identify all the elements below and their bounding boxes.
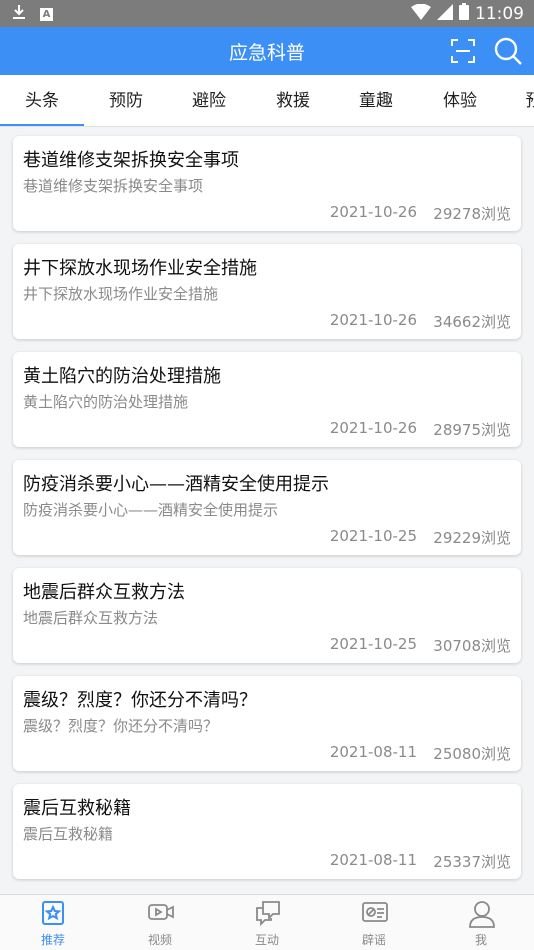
article-views: 25337浏览: [433, 853, 511, 871]
article-views: 29278浏览: [433, 205, 511, 223]
article-card[interactable]: 震后互救秘籍 震后互救秘籍 2021-08-11 25337浏览: [13, 784, 521, 879]
article-views: 30708浏览: [433, 637, 511, 655]
article-title: 防疫消杀要小心——酒精安全使用提示: [23, 474, 329, 495]
status-time: 11:09: [475, 4, 524, 24]
nav-label: 辟谣: [361, 933, 386, 947]
article-subtitle: 震后互救秘籍: [23, 825, 114, 843]
bottom-nav: 推荐 视频 互动 辟谣 我: [0, 894, 534, 950]
article-title: 井下探放水现场作业安全措施: [23, 258, 257, 279]
nav-me[interactable]: 我: [428, 895, 534, 950]
nav-rumor[interactable]: 辟谣: [321, 895, 427, 950]
article-views: 25080浏览: [433, 745, 511, 763]
nav-label: 视频: [147, 933, 172, 947]
article-views: 28975浏览: [433, 421, 511, 439]
article-title: 震后互救秘籍: [23, 798, 131, 819]
nav-recommend[interactable]: 推荐: [0, 895, 106, 950]
signal-icon: [437, 3, 453, 25]
article-date: 2021-10-25: [329, 635, 417, 653]
nav-label: 推荐: [40, 933, 65, 947]
tab-prevention[interactable]: 预防: [84, 75, 168, 126]
status-bar: A 11:09: [0, 0, 534, 27]
app-header: 应急科普: [0, 27, 534, 75]
article-title: 黄土陷穴的防治处理措施: [23, 366, 221, 387]
article-card[interactable]: 巷道维修支架拆换安全事项 巷道维修支架拆换安全事项 2021-10-26 292…: [13, 136, 521, 231]
article-date: 2021-08-11: [329, 743, 417, 761]
tab-headlines[interactable]: 头条: [0, 75, 84, 126]
wifi-icon: [411, 3, 431, 25]
article-subtitle: 巷道维修支架拆换安全事项: [23, 177, 204, 195]
article-date: 2021-10-26: [329, 203, 417, 221]
article-card[interactable]: 井下探放水现场作业安全措施 井下探放水现场作业安全措施 2021-10-26 3…: [13, 244, 521, 339]
notification-a-icon: A: [40, 7, 53, 21]
article-date: 2021-10-26: [329, 419, 417, 437]
chat-icon: [256, 901, 280, 926]
tab-rescue[interactable]: 救援: [251, 75, 335, 126]
article-views: 29229浏览: [433, 529, 511, 547]
article-subtitle: 地震后群众互救方法: [23, 609, 159, 627]
article-subtitle: 震级？烈度？你还分不清吗？: [23, 717, 219, 735]
nav-label: 我: [474, 933, 487, 947]
category-tabs: 头条 预防 避险 救援 童趣 体验 预: [0, 75, 534, 127]
article-list: 巷道维修支架拆换安全事项 巷道维修支架拆换安全事项 2021-10-26 292…: [0, 127, 534, 894]
article-card[interactable]: 黄土陷穴的防治处理措施 黄土陷穴的防治处理措施 2021-10-26 28975…: [13, 352, 521, 447]
video-icon: [148, 904, 174, 920]
article-card[interactable]: 防疫消杀要小心——酒精安全使用提示 防疫消杀要小心——酒精安全使用提示 2021…: [13, 460, 521, 555]
tab-kids[interactable]: 童趣: [334, 75, 418, 126]
download-icon: [12, 4, 26, 24]
battery-icon: [459, 3, 469, 25]
tab-more-partial[interactable]: 预: [492, 75, 534, 126]
rumor-icon: [362, 902, 388, 922]
nav-interact[interactable]: 互动: [214, 895, 320, 950]
article-title: 巷道维修支架拆换安全事项: [23, 150, 239, 171]
article-title: 震级？烈度？你还分不清吗？: [23, 690, 257, 711]
article-card[interactable]: 震级？烈度？你还分不清吗？ 震级？烈度？你还分不清吗？ 2021-08-11 2…: [13, 676, 521, 771]
article-views: 34662浏览: [433, 313, 511, 331]
article-subtitle: 黄土陷穴的防治处理措施: [23, 393, 189, 411]
article-subtitle: 防疫消杀要小心——酒精安全使用提示: [23, 501, 279, 519]
article-date: 2021-08-11: [329, 851, 417, 869]
tab-avoid-danger[interactable]: 避险: [167, 75, 251, 126]
tab-experience[interactable]: 体验: [418, 75, 502, 126]
article-subtitle: 井下探放水现场作业安全措施: [23, 285, 219, 303]
user-icon: [469, 901, 495, 928]
article-card[interactable]: 地震后群众互救方法 地震后群众互救方法 2021-10-25 30708浏览: [13, 568, 521, 663]
scan-icon[interactable]: [449, 37, 477, 65]
article-date: 2021-10-26: [329, 311, 417, 329]
article-date: 2021-10-25: [329, 527, 417, 545]
article-title: 地震后群众互救方法: [23, 582, 185, 603]
star-icon: [42, 901, 64, 925]
nav-label: 互动: [254, 933, 279, 947]
nav-video[interactable]: 视频: [107, 895, 213, 950]
search-icon[interactable]: [494, 37, 522, 65]
